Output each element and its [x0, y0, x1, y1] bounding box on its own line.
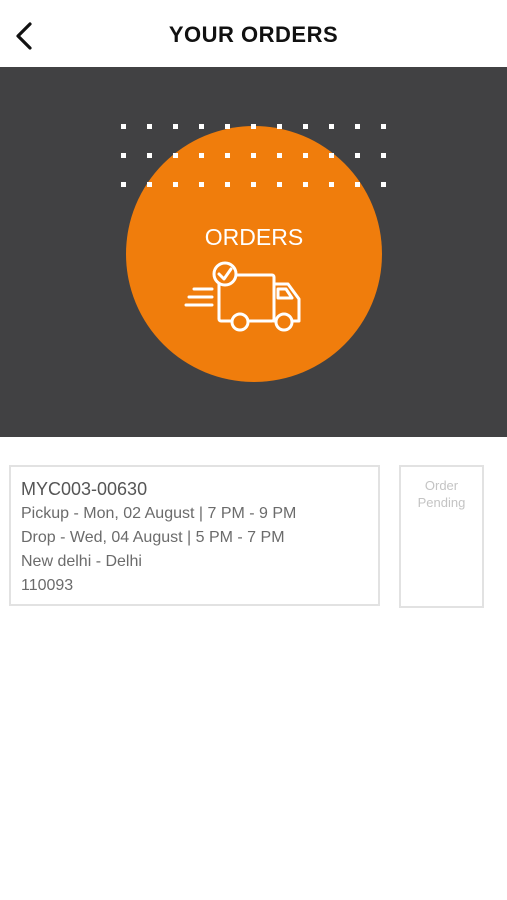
page-title: YOUR ORDERS: [168, 22, 339, 47]
pickup-slot: Pickup - Mon, 02 August | 7 PM - 9 PM: [21, 505, 297, 522]
orders-banner: ORDERS: [0, 67, 507, 437]
order-status-line-2: Pending: [417, 495, 466, 510]
grid-dot: [303, 124, 308, 129]
grid-dot: [199, 124, 204, 129]
order-id: MYC003-00630: [21, 479, 148, 499]
grid-dot: [173, 153, 178, 158]
grid-dot: [199, 153, 204, 158]
orders-banner-label: ORDERS: [205, 224, 303, 250]
grid-dot: [173, 124, 178, 129]
app-header: YOUR ORDERS: [0, 0, 507, 67]
grid-dot: [303, 153, 308, 158]
grid-dot: [251, 153, 256, 158]
grid-dot: [251, 182, 256, 187]
grid-dot: [225, 153, 230, 158]
grid-dot: [277, 182, 282, 187]
drop-slot: Drop - Wed, 04 August | 5 PM - 7 PM: [21, 529, 285, 546]
grid-dot: [251, 124, 256, 129]
grid-dot: [355, 182, 360, 187]
grid-dot: [277, 153, 282, 158]
grid-dot: [329, 182, 334, 187]
grid-dot: [329, 124, 334, 129]
grid-dot: [303, 182, 308, 187]
grid-dot: [355, 124, 360, 129]
grid-dot: [199, 182, 204, 187]
orders-banner-circle: [126, 126, 382, 382]
grid-dot: [173, 182, 178, 187]
grid-dot: [121, 182, 126, 187]
order-status-label: Order Pending: [401, 477, 482, 511]
order-status-badge: Order Pending: [399, 465, 484, 608]
grid-dot: [381, 153, 386, 158]
grid-dot: [329, 153, 334, 158]
grid-dot: [147, 124, 152, 129]
grid-dot: [147, 153, 152, 158]
order-city: New delhi - Delhi: [21, 553, 142, 570]
grid-dot: [355, 153, 360, 158]
order-pincode: 110093: [21, 577, 74, 594]
grid-dot: [147, 182, 152, 187]
order-status-line-1: Order: [424, 478, 459, 493]
grid-dot: [277, 124, 282, 129]
grid-dot: [121, 153, 126, 158]
grid-dot: [381, 124, 386, 129]
grid-dot: [225, 124, 230, 129]
grid-dot: [225, 182, 230, 187]
order-card[interactable]: MYC003-00630 Pickup - Mon, 02 August | 7…: [9, 465, 380, 606]
grid-dot: [121, 124, 126, 129]
grid-dot: [381, 182, 386, 187]
